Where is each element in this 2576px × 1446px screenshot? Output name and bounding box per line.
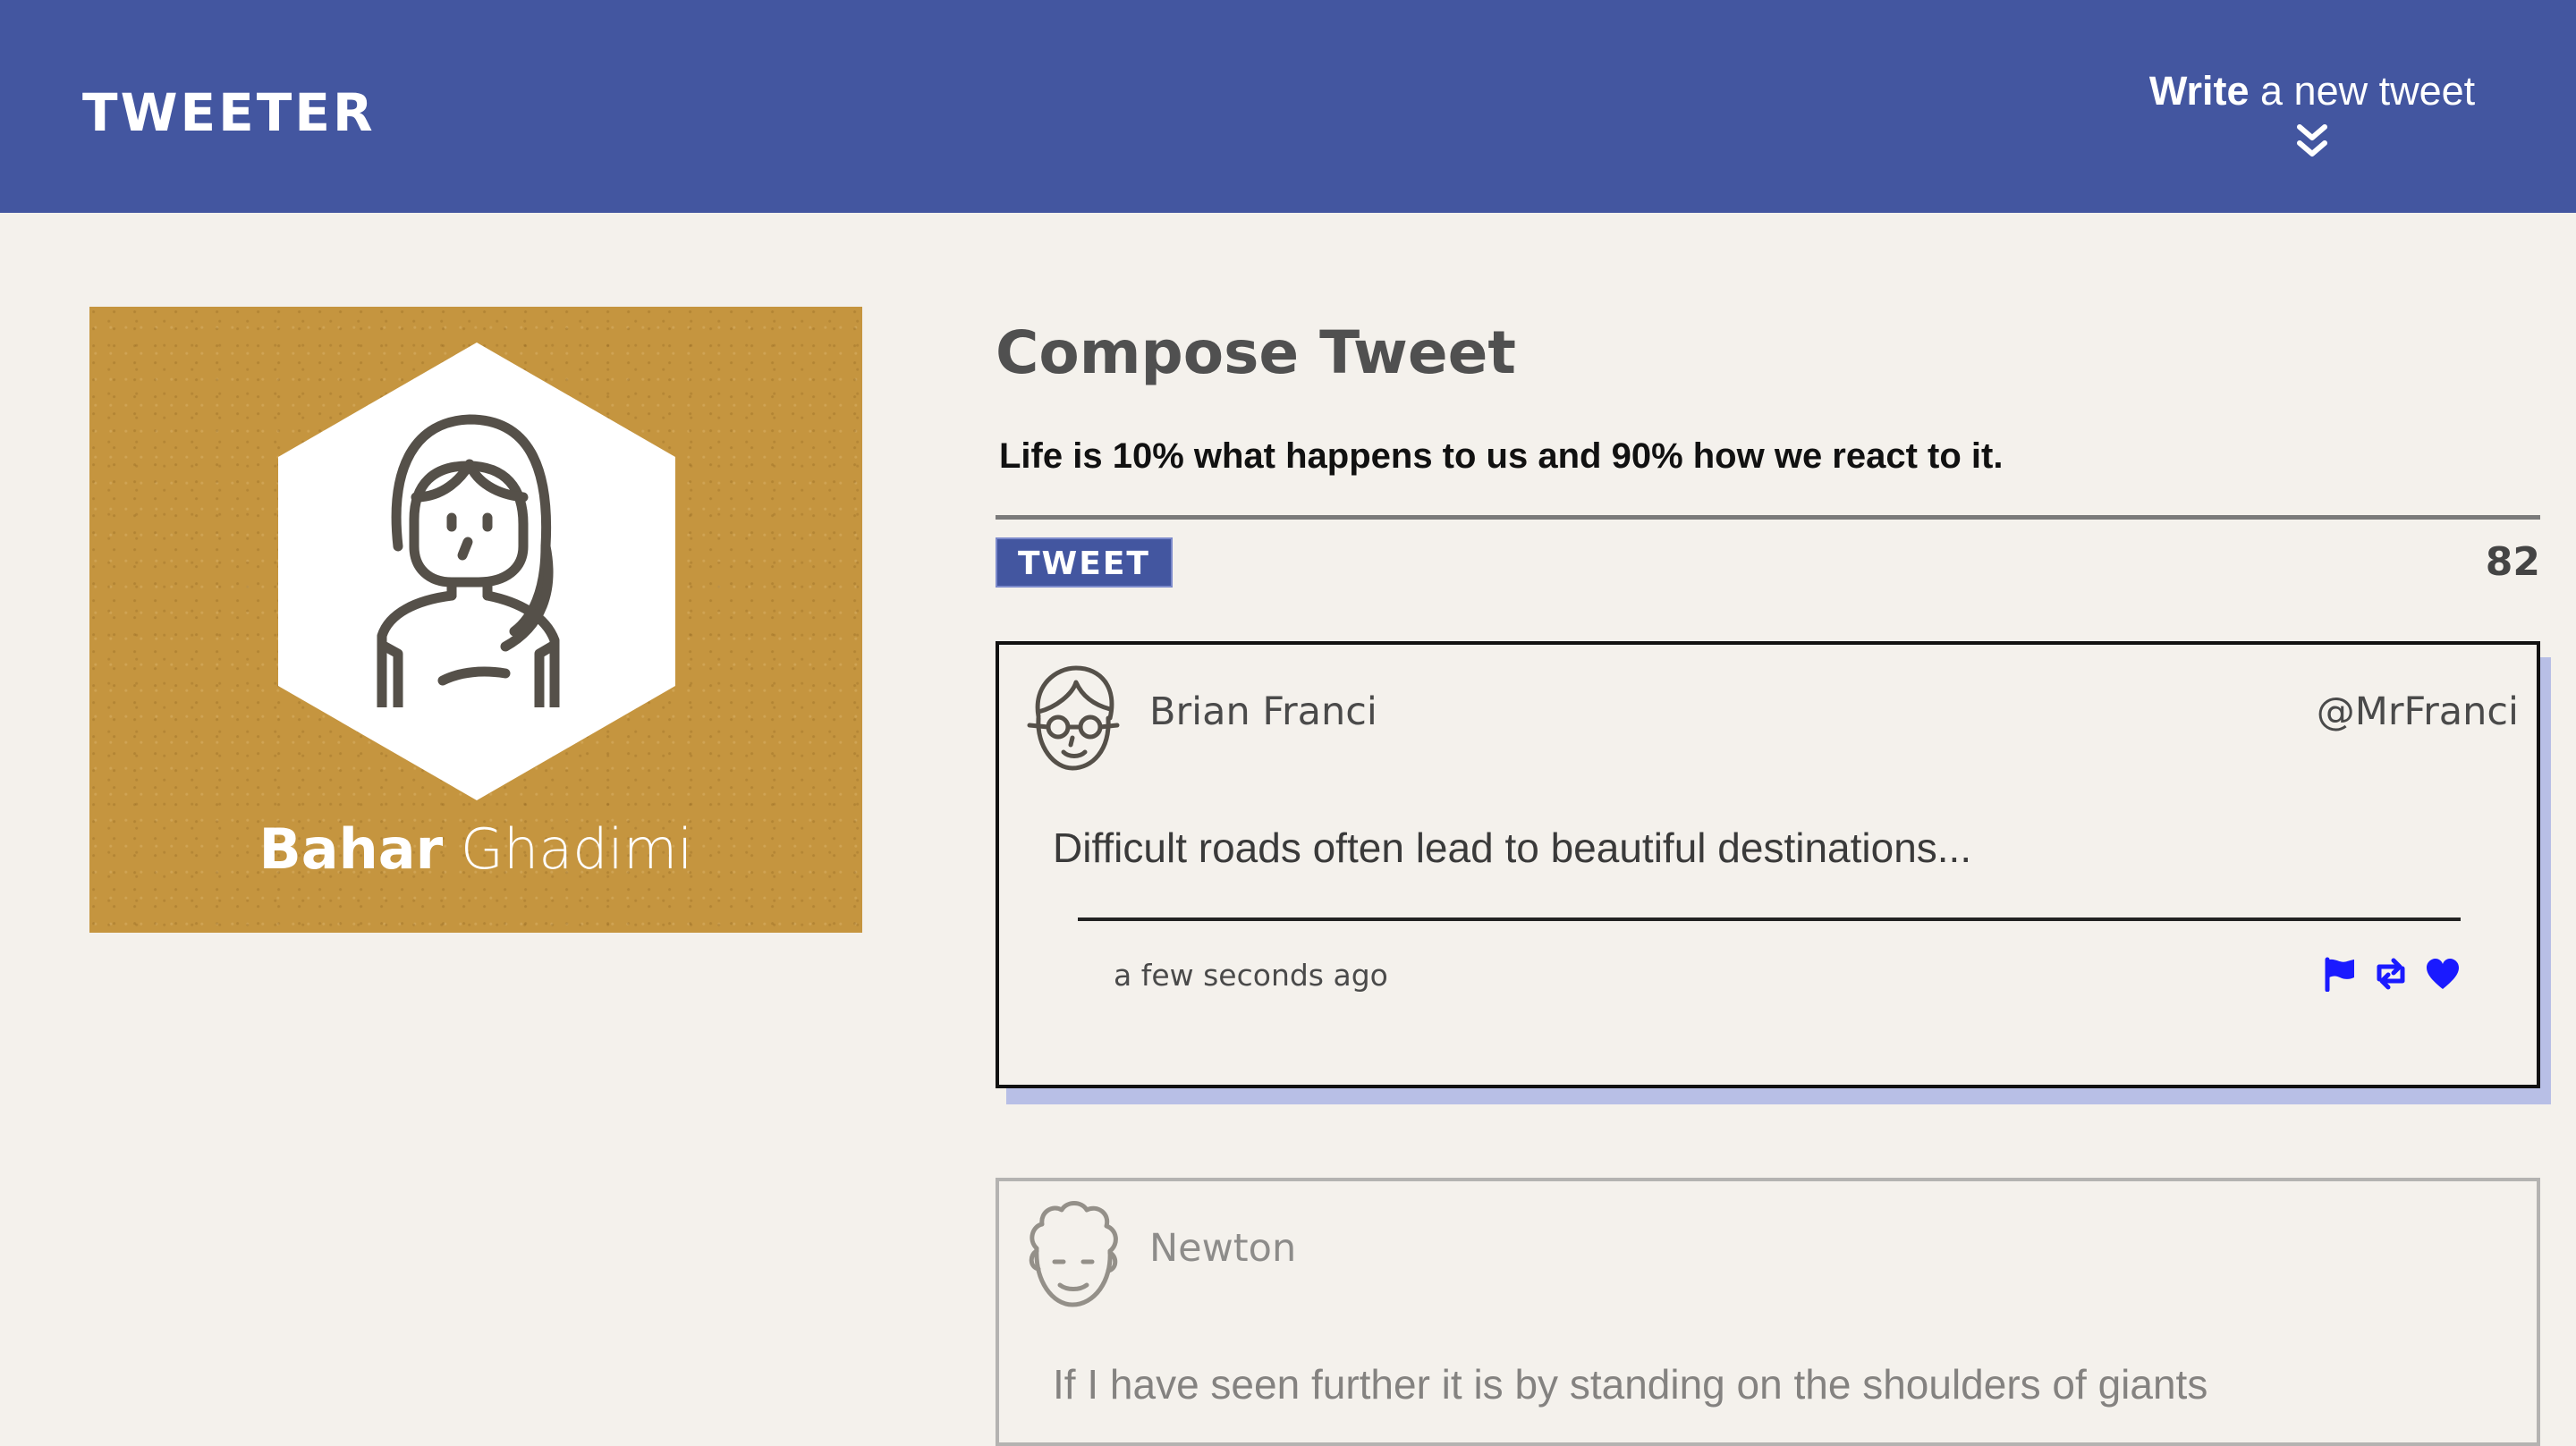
tweet-body: If I have seen further it is by standing… <box>1053 1361 2208 1408</box>
retweet-icon[interactable] <box>2372 956 2410 992</box>
character-counter: 82 <box>2485 539 2540 585</box>
tweet-body: Difficult roads often lead to beautiful … <box>1053 824 1972 871</box>
tweet-author-name: Newton <box>1149 1226 1297 1271</box>
heart-icon[interactable] <box>2424 956 2462 992</box>
double-chevron-down-icon[interactable] <box>2296 122 2328 161</box>
compose-divider <box>996 515 2540 520</box>
write-new-tweet-label[interactable]: Write a new tweet <box>2133 64 2491 118</box>
flag-icon[interactable] <box>2320 956 2358 992</box>
curly-hair-avatar-icon <box>1029 1201 1118 1307</box>
profile-last-name: Ghadimi <box>460 816 693 882</box>
woman-avatar-icon <box>377 414 560 707</box>
tweet-card[interactable]: Brian Franci @MrFranci Difficult roads o… <box>996 641 2540 1088</box>
write-new-tweet-label-bold: Write <box>2148 68 2250 114</box>
tweet-actions <box>2320 956 2462 992</box>
brand-logo: TWEETER <box>82 82 376 143</box>
tweet-timestamp: a few seconds ago <box>1114 958 1388 993</box>
compose-section: Compose Tweet Life is 10% what happens t… <box>996 304 2540 602</box>
tweet-divider <box>1078 917 2461 921</box>
top-navbar: TWEETER Write a new tweet <box>0 0 2576 213</box>
profile-name: Bahar Ghadimi <box>89 816 862 882</box>
compose-title: Compose Tweet <box>996 318 1516 387</box>
tweet-author-name: Brian Franci <box>1149 689 1377 734</box>
compose-actions: TWEET 82 <box>996 537 2540 602</box>
man-glasses-avatar-icon <box>1027 665 1120 771</box>
tweet-textarea[interactable]: Life is 10% what happens to us and 90% h… <box>996 429 2523 483</box>
profile-first-name: Bahar <box>258 816 444 882</box>
write-new-tweet-label-rest: a new tweet <box>2249 68 2476 114</box>
tweet-card[interactable]: Newton If I have seen further it is by s… <box>996 1178 2540 1446</box>
profile-card: Bahar Ghadimi <box>89 307 862 933</box>
tweet-button[interactable]: TWEET <box>996 537 1173 588</box>
tweet-author-handle[interactable]: @MrFranci <box>2317 689 2519 734</box>
write-new-tweet-toggle[interactable]: Write a new tweet <box>2133 64 2491 161</box>
